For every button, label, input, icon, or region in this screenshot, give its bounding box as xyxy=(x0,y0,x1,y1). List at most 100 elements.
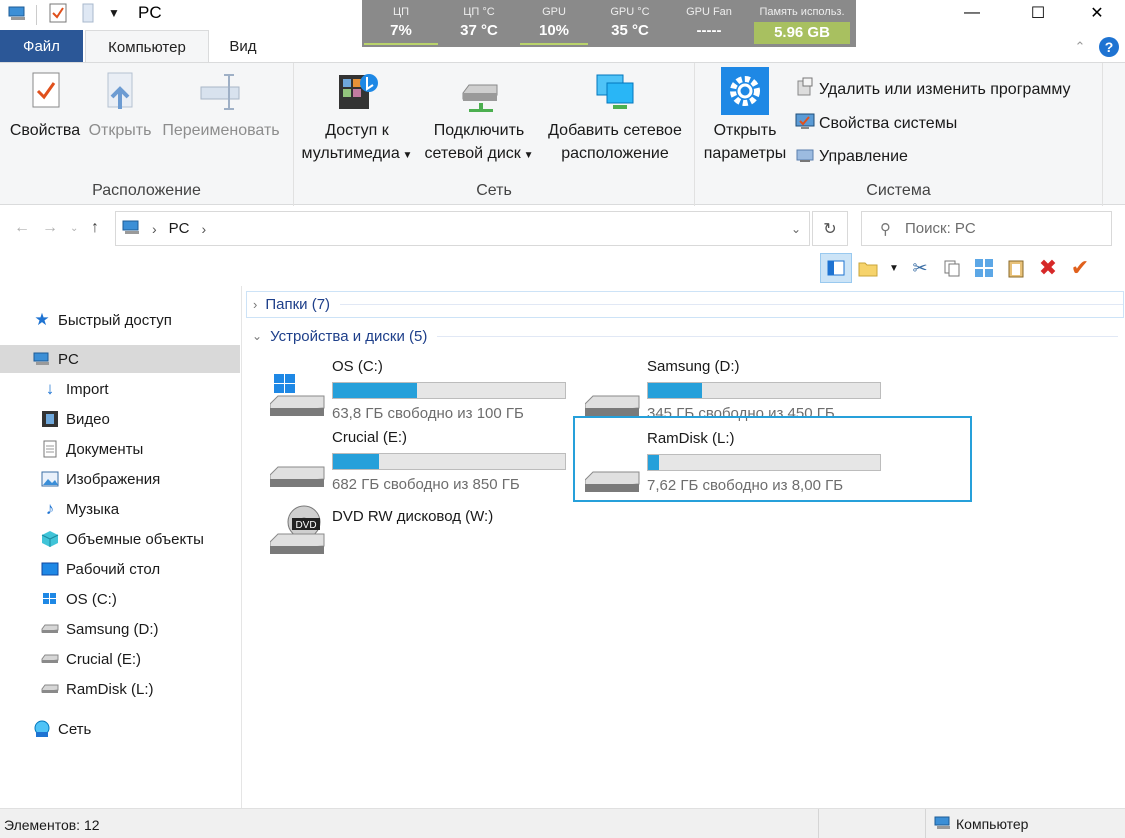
customize-qa-dropdown-icon[interactable]: ▼ xyxy=(104,2,124,24)
nav-label: Быстрый доступ xyxy=(58,311,172,329)
breadcrumb-separator[interactable]: › xyxy=(152,221,157,237)
nav-3d-objects[interactable]: Объемные объекты xyxy=(0,525,240,553)
maximize-button[interactable]: ☐ xyxy=(1015,0,1061,26)
windows-drive-icon xyxy=(40,590,60,608)
drive-tile-e[interactable]: Crucial (E:) 682 ГБ свободно из 850 ГБ xyxy=(246,423,566,493)
hw-cpu-label: ЦП xyxy=(392,6,410,18)
devices-group-label: Устройства и диски (5) xyxy=(270,327,428,345)
system-properties-button[interactable]: Свойства системы xyxy=(795,111,957,136)
drive-tile-dvd[interactable]: DVD DVD RW дисковод (W:) xyxy=(246,502,561,572)
up-arrow-icon[interactable]: ↑ xyxy=(91,219,99,237)
nav-quick-access[interactable]: ★ Быстрый доступ xyxy=(0,306,240,334)
nav-label: RamDisk (L:) xyxy=(66,680,154,698)
minimize-button[interactable]: — xyxy=(949,0,995,26)
nav-music[interactable]: ♪ Музыка xyxy=(0,495,240,523)
properties-qa-icon[interactable] xyxy=(46,2,70,24)
media-access-button[interactable]: Доступ к мультимедиа ▼ xyxy=(298,67,416,167)
document-icon xyxy=(40,440,60,458)
pc-icon[interactable] xyxy=(6,2,30,24)
nav-label: Сеть xyxy=(58,720,92,738)
drive-usage-fill xyxy=(333,383,417,398)
hdd-icon xyxy=(269,445,326,489)
help-icon[interactable]: ? xyxy=(1098,36,1120,58)
drive-usage-fill xyxy=(333,454,379,469)
drive-name: Samsung (D:) xyxy=(647,358,740,375)
network-globe-icon xyxy=(32,720,52,738)
nav-network[interactable]: Сеть xyxy=(0,715,240,743)
back-arrow-icon[interactable]: ← xyxy=(14,219,30,237)
open-settings-label-line2: параметры xyxy=(703,145,787,162)
open-settings-button[interactable]: Открыть параметры xyxy=(699,67,791,165)
drive-tile-l[interactable]: RamDisk (L:) 7,62 ГБ свободно из 8,00 ГБ xyxy=(573,416,972,502)
hw-gpu-temp-label: GPU °C xyxy=(610,6,650,18)
drive-tile-d[interactable]: Samsung (D:) 345 ГБ свободно из 450 ГБ xyxy=(561,352,881,422)
nav-drive-l[interactable]: RamDisk (L:) xyxy=(0,675,240,703)
tab-computer[interactable]: Компьютер xyxy=(85,30,209,63)
nav-pc[interactable]: PC xyxy=(0,345,240,373)
paste-icon[interactable] xyxy=(1000,253,1032,283)
delete-icon[interactable]: ✖ xyxy=(1032,253,1064,283)
status-location-label: Компьютер xyxy=(956,816,1029,832)
layout-dropdown-icon[interactable]: ▼ xyxy=(884,253,904,283)
open-button[interactable]: Открыть xyxy=(86,67,154,142)
nav-drive-e[interactable]: Crucial (E:) xyxy=(0,645,240,673)
open-settings-label-line1: Открыть xyxy=(713,122,777,139)
location-group-label: Расположение xyxy=(92,182,201,199)
nav-drive-c[interactable]: OS (C:) xyxy=(0,585,240,613)
new-folder-icon[interactable] xyxy=(852,253,884,283)
uninstall-program-button[interactable]: Удалить или изменить программу xyxy=(795,77,1071,102)
preview-pane-icon[interactable] xyxy=(820,253,852,283)
map-network-drive-button[interactable]: Подключить сетевой диск ▼ xyxy=(420,67,538,167)
add-network-location-button[interactable]: Добавить сетевое расположение xyxy=(540,67,690,165)
breadcrumb-pc[interactable]: PC xyxy=(169,220,190,237)
nav-drive-d[interactable]: Samsung (D:) xyxy=(0,615,240,643)
refresh-icon[interactable]: ↻ xyxy=(812,211,848,246)
search-icon: ⚲ xyxy=(880,220,891,238)
group-divider xyxy=(340,304,1123,305)
tab-file[interactable]: Файл xyxy=(0,30,83,63)
map-drive-label-line2: сетевой диск xyxy=(424,145,521,162)
devices-group-header[interactable]: ⌄ Устройства и диски (5) xyxy=(252,326,1118,346)
checkmark-icon[interactable]: ✔ xyxy=(1064,253,1096,283)
drive-usage-bar xyxy=(332,382,566,399)
windows-drive-icon xyxy=(269,374,326,418)
layout-grid-icon[interactable] xyxy=(968,253,1000,283)
add-location-label-line1: Добавить сетевое xyxy=(548,122,682,139)
new-folder-qa-icon[interactable] xyxy=(76,2,100,24)
nav-videos[interactable]: Видео xyxy=(0,405,240,433)
drive-usage-fill xyxy=(648,455,660,470)
nav-pictures[interactable]: Изображения xyxy=(0,465,240,493)
rename-button[interactable]: Переименовать xyxy=(156,67,286,142)
nav-desktop[interactable]: Рабочий стол xyxy=(0,555,240,583)
nav-import[interactable]: ↓ Import xyxy=(0,375,240,403)
pc-icon xyxy=(32,350,52,368)
nav-documents[interactable]: Документы xyxy=(0,435,240,463)
recent-locations-chevron-icon[interactable]: ⌄ xyxy=(70,223,78,234)
search-input[interactable]: ⚲ Поиск: PC xyxy=(861,211,1112,246)
ribbon: Свойства Открыть Переименовать Расположе… xyxy=(0,62,1125,206)
hdd-icon xyxy=(40,680,60,698)
hdd-icon xyxy=(584,374,641,418)
folders-group-header[interactable]: › Папки (7) xyxy=(246,291,1124,318)
copy-icon[interactable] xyxy=(936,253,968,283)
forward-arrow-icon[interactable]: → xyxy=(42,219,58,237)
svg-text:?: ? xyxy=(1105,39,1114,55)
nav-label: Видео xyxy=(66,410,110,428)
tab-view[interactable]: Вид xyxy=(213,30,273,63)
address-bar[interactable]: › PC › ⌄ xyxy=(115,211,810,246)
system-group-label: Система xyxy=(866,182,931,199)
address-history-chevron-icon[interactable]: ⌄ xyxy=(791,222,801,236)
download-arrow-icon: ↓ xyxy=(45,379,55,398)
close-button[interactable]: ✕ xyxy=(1074,0,1120,26)
search-placeholder: Поиск: PC xyxy=(905,220,976,237)
rename-label: Переименовать xyxy=(162,122,280,139)
open-icon xyxy=(96,67,144,115)
drive-tile-c[interactable]: OS (C:) 63,8 ГБ свободно из 100 ГБ xyxy=(246,352,566,422)
breadcrumb-separator-trailing[interactable]: › xyxy=(202,221,207,237)
drive-name: DVD RW дисковод (W:) xyxy=(332,508,494,525)
manage-button[interactable]: Управление xyxy=(795,144,908,169)
cut-icon[interactable]: ✂ xyxy=(904,253,936,283)
properties-button[interactable]: Свойства xyxy=(6,67,84,142)
nav-label: Объемные объекты xyxy=(66,530,204,548)
collapse-ribbon-icon[interactable]: ⌃ xyxy=(1069,36,1091,58)
